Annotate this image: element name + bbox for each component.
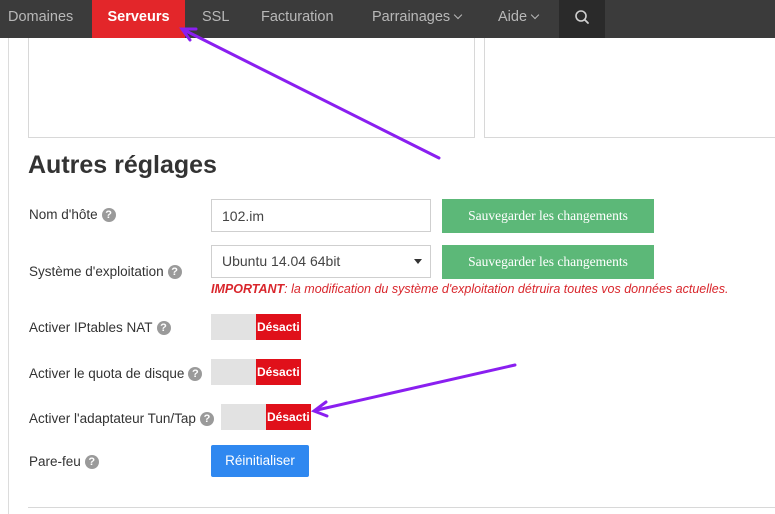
nav-item-domaines[interactable]: Domaines [8, 0, 73, 38]
page-left-border [8, 38, 9, 514]
nav-item-label: SSL [202, 9, 230, 25]
nav-item-aide[interactable]: Aide [498, 0, 540, 38]
os-label: Système d'exploitation? [29, 264, 182, 279]
toggle-state-label: Désacti [266, 404, 311, 430]
section-title: Autres réglages [28, 151, 217, 179]
quota-toggle[interactable]: Désacti [211, 359, 301, 385]
chevron-down-icon [453, 10, 463, 20]
arrow-head-tuntap [310, 400, 329, 418]
warning-text: : la modification du système d'exploitat… [284, 282, 729, 296]
caret-down-icon [414, 259, 422, 264]
iptables-toggle[interactable]: Désacti [211, 314, 301, 340]
reset-button[interactable]: Réinitialiser [211, 445, 309, 477]
nav-item-ssl[interactable]: SSL [202, 0, 229, 38]
firewall-label: Pare-feu? [29, 454, 99, 469]
tuntap-toggle[interactable]: Désacti [221, 404, 311, 430]
os-label-text: Système d'exploitation [29, 264, 164, 279]
info-panel-left [28, 38, 475, 138]
quota-label: Activer le quota de disque? [29, 366, 203, 381]
hostname-input[interactable] [211, 199, 431, 232]
firewall-label-text: Pare-feu [29, 454, 81, 469]
quota-label-text: Activer le quota de disque [29, 366, 185, 381]
tuntap-label-text: Activer l'adaptateur Tun/Tap [29, 411, 196, 426]
os-warning: IMPORTANT: la modification du système d'… [211, 282, 728, 296]
help-icon[interactable]: ? [156, 321, 171, 335]
search-icon [575, 10, 589, 24]
nav-item-label: Domaines [8, 9, 74, 25]
top-navigation: Domaines Serveurs SSL Facturation Parrai… [0, 0, 775, 45]
nav-item-label: Serveurs [107, 9, 170, 25]
iptables-label-text: Activer IPtables NAT [29, 320, 153, 335]
arrow-to-tuntap-toggle [315, 363, 517, 412]
nav-item-label: Aide [498, 9, 528, 25]
info-panel-right [484, 38, 775, 138]
save-os-button[interactable]: Sauvegarder les changements [442, 245, 654, 279]
help-icon[interactable]: ? [188, 367, 203, 381]
help-icon[interactable]: ? [199, 412, 214, 426]
section-divider [28, 507, 775, 508]
search-button[interactable] [559, 0, 605, 38]
toggle-state-label: Désacti [256, 314, 301, 340]
os-select-value: Ubuntu 14.04 64bit [222, 253, 341, 269]
help-icon[interactable]: ? [101, 208, 116, 222]
nav-item-facturation[interactable]: Facturation [261, 0, 334, 38]
save-hostname-button[interactable]: Sauvegarder les changements [442, 199, 654, 233]
tuntap-label: Activer l'adaptateur Tun/Tap? [29, 411, 214, 426]
hostname-label: Nom d'hôte? [29, 207, 116, 222]
nav-item-label: Parrainages [372, 9, 451, 25]
nav-item-serveurs[interactable]: Serveurs [92, 0, 185, 45]
chevron-down-icon [530, 10, 540, 20]
toggle-state-label: Désacti [256, 359, 301, 385]
help-icon[interactable]: ? [84, 455, 99, 469]
os-select[interactable]: Ubuntu 14.04 64bit [211, 245, 431, 278]
nav-item-label: Facturation [261, 9, 334, 25]
iptables-label: Activer IPtables NAT? [29, 320, 171, 335]
hostname-label-text: Nom d'hôte [29, 207, 98, 222]
warning-strong: IMPORTANT [211, 282, 285, 296]
help-icon[interactable]: ? [167, 265, 182, 279]
nav-item-parrainages[interactable]: Parrainages [372, 0, 463, 38]
